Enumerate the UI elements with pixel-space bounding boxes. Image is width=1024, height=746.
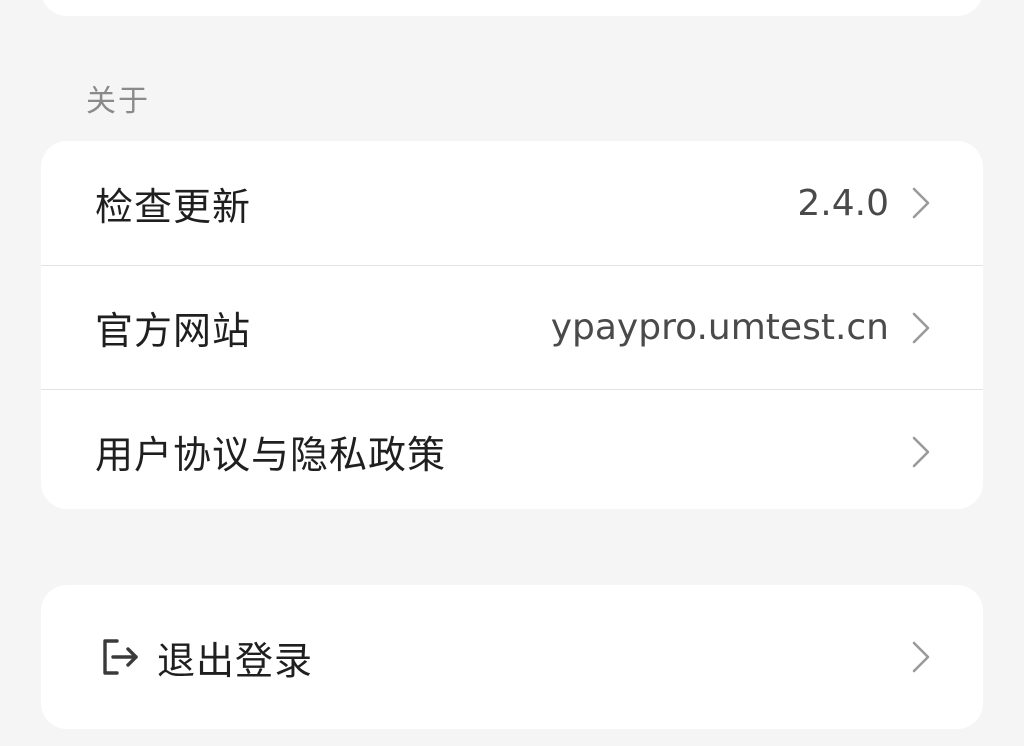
user-agreement-privacy-label: 用户协议与隐私政策 bbox=[95, 433, 447, 477]
previous-card bbox=[41, 0, 983, 16]
about-card: 检查更新 2.4.0 官方网站 ypaypro.umtest.cn 用户协议与隐… bbox=[41, 141, 983, 509]
official-website-row[interactable]: 官方网站 ypaypro.umtest.cn bbox=[41, 265, 983, 389]
user-agreement-privacy-row[interactable]: 用户协议与隐私政策 bbox=[41, 389, 983, 513]
chevron-right-icon bbox=[912, 436, 930, 467]
official-website-label: 官方网站 bbox=[95, 309, 252, 353]
website-url-value: ypaypro.umtest.cn bbox=[550, 307, 889, 348]
check-update-label: 检查更新 bbox=[95, 184, 252, 229]
check-update-row[interactable]: 检查更新 2.4.0 bbox=[41, 141, 983, 265]
logout-label: 退出登录 bbox=[157, 638, 314, 683]
logout-row[interactable]: 退出登录 bbox=[41, 585, 983, 729]
logout-card: 退出登录 bbox=[41, 585, 983, 729]
chevron-right-icon bbox=[912, 187, 930, 219]
version-value: 2.4.0 bbox=[797, 182, 889, 224]
logout-icon bbox=[103, 639, 138, 675]
chevron-right-icon bbox=[912, 312, 930, 343]
settings-page: 关于 检查更新 2.4.0 官方网站 ypaypro.umtest.cn 用户协… bbox=[0, 0, 1024, 746]
chevron-right-icon bbox=[912, 641, 930, 673]
section-title-about: 关于 bbox=[86, 84, 150, 119]
